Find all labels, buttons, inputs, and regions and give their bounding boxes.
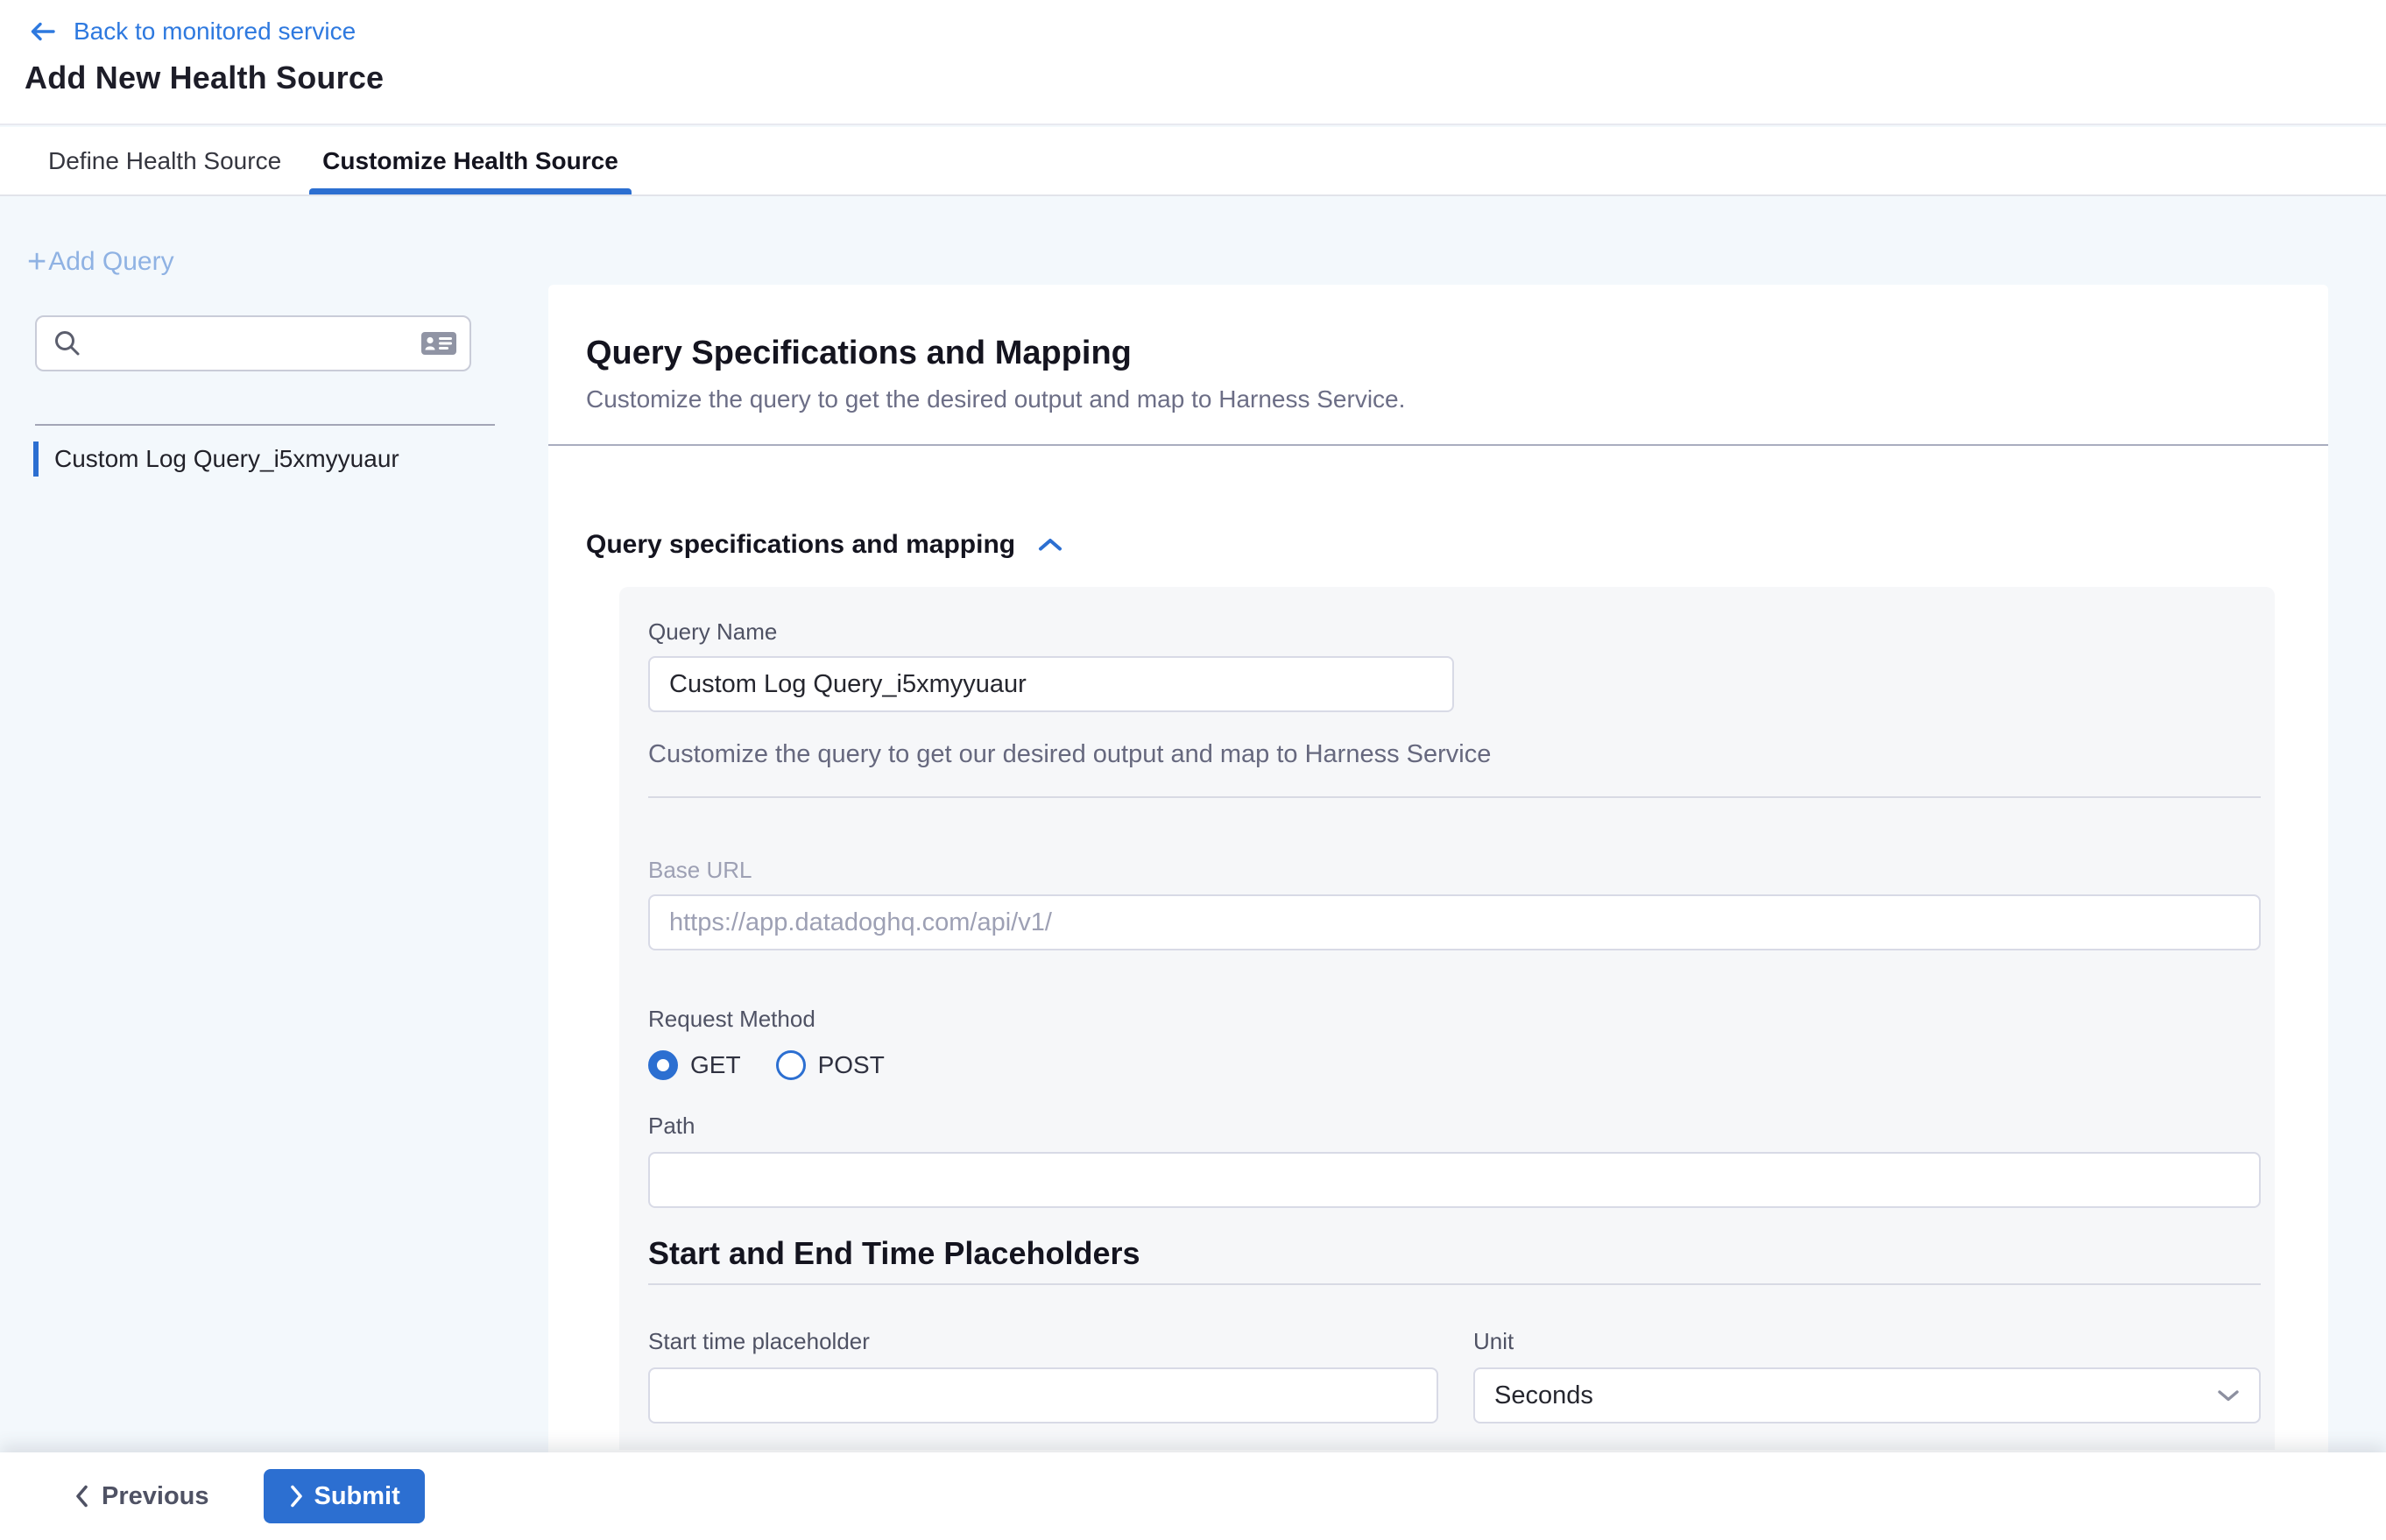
chevron-down-icon xyxy=(2215,1387,2241,1404)
back-to-monitored-service-link[interactable]: Back to monitored service xyxy=(26,16,356,47)
card-heading: Query Specifications and Mapping xyxy=(586,333,2293,373)
query-helper-text: Customize the query to get our desired o… xyxy=(648,740,2261,768)
section-title: Query specifications and mapping xyxy=(586,529,1015,561)
top-header: Back to monitored service Add New Health… xyxy=(0,0,2386,125)
card-subheading: Customize the query to get the desired o… xyxy=(586,385,2293,413)
query-search-input[interactable] xyxy=(93,330,420,357)
plus-icon: + xyxy=(27,249,46,275)
query-item-label: Custom Log Query_i5xmyyuaur xyxy=(54,442,399,477)
content-area: + Add Query xyxy=(0,198,2386,1452)
chevron-up-icon xyxy=(1036,535,1064,555)
query-list-item[interactable]: Custom Log Query_i5xmyyuaur xyxy=(0,442,548,477)
unit-label: Unit xyxy=(1473,1329,2261,1353)
card-list-icon[interactable] xyxy=(420,329,457,357)
query-form-panel: Query Name Customize the query to get ou… xyxy=(619,587,2275,1450)
query-sidebar: + Add Query xyxy=(0,198,548,1452)
radio-post-label: POST xyxy=(818,1051,885,1079)
add-query-label: Add Query xyxy=(48,247,173,277)
wizard-footer: Previous Submit xyxy=(0,1452,2386,1540)
query-spec-card: Query Specifications and Mapping Customi… xyxy=(548,285,2328,1452)
radio-post[interactable]: POST xyxy=(776,1050,885,1080)
placeholders-heading: Start and End Time Placeholders xyxy=(648,1234,2261,1273)
tab-customize-health-source[interactable]: Customize Health Source xyxy=(322,127,618,194)
request-method-label: Request Method xyxy=(648,1007,2261,1031)
wizard-tabs: Define Health Source Customize Health So… xyxy=(0,127,2386,196)
previous-button[interactable]: Previous xyxy=(74,1482,209,1511)
back-link-label: Back to monitored service xyxy=(74,18,356,46)
radio-get[interactable]: GET xyxy=(648,1050,741,1080)
chevron-left-icon xyxy=(74,1484,89,1508)
card-body: Query specifications and mapping Query N… xyxy=(548,529,2328,1450)
magnifier-icon xyxy=(53,328,82,358)
submit-button-label: Submit xyxy=(314,1482,400,1511)
unit-select-value: Seconds xyxy=(1494,1381,1593,1410)
radio-get-label: GET xyxy=(690,1051,741,1079)
form-divider xyxy=(648,796,2261,798)
path-label: Path xyxy=(648,1113,2261,1138)
query-search-box xyxy=(35,315,471,371)
path-input[interactable] xyxy=(648,1152,2261,1208)
query-name-label: Query Name xyxy=(648,619,2261,644)
query-name-input[interactable] xyxy=(648,656,1454,712)
page: Back to monitored service Add New Health… xyxy=(0,0,2386,1540)
request-method-group: GET POST xyxy=(648,1050,2261,1080)
start-time-placeholder-label: Start time placeholder xyxy=(648,1329,1438,1353)
base-url-label: Base URL xyxy=(648,858,2261,882)
previous-button-label: Previous xyxy=(102,1482,209,1511)
radio-post-circle xyxy=(776,1050,806,1080)
chevron-right-icon xyxy=(288,1484,304,1508)
card-head-divider xyxy=(548,444,2328,446)
add-query-button[interactable]: + Add Query xyxy=(27,247,174,277)
tab-define-health-source[interactable]: Define Health Source xyxy=(48,127,281,194)
placeholders-divider xyxy=(648,1283,2261,1285)
section-collapse-toggle[interactable] xyxy=(1036,535,1064,555)
arrow-left-icon xyxy=(26,16,58,47)
base-url-input[interactable] xyxy=(648,894,2261,950)
radio-get-circle xyxy=(648,1050,678,1080)
unit-select[interactable]: Seconds xyxy=(1473,1367,2261,1423)
submit-button[interactable]: Submit xyxy=(264,1469,425,1523)
card-header: Query Specifications and Mapping Customi… xyxy=(548,285,2328,413)
sidebar-divider xyxy=(35,424,495,426)
start-time-placeholder-input[interactable] xyxy=(648,1367,1438,1423)
page-title: Add New Health Source xyxy=(25,60,2386,96)
active-query-indicator xyxy=(33,442,39,477)
